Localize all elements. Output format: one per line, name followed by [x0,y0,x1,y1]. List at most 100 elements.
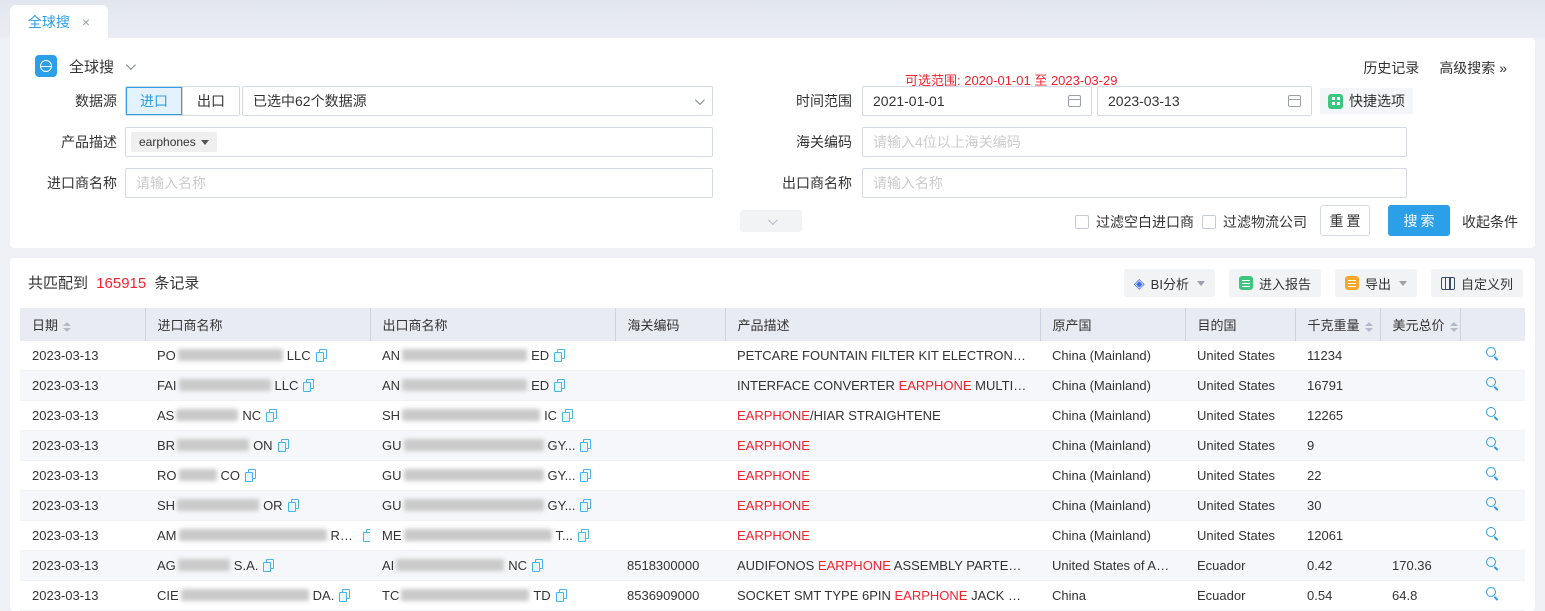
export-button[interactable]: 导出 [1335,269,1417,297]
search-detail-icon[interactable] [1486,497,1500,511]
copy-icon[interactable] [578,529,588,541]
cell-importer: CIEDA. [145,581,370,611]
table-row[interactable]: 2023-03-13 FAILLC ANED INTERFACE CONVERT… [20,371,1525,401]
tab-global-search[interactable]: 全球搜 × [10,5,108,38]
header-date[interactable]: 日期 [20,308,145,341]
history-link[interactable]: 历史记录 [1363,58,1419,78]
chevron-down-icon [695,95,705,105]
table-row[interactable]: 2023-03-13 CIEDA. TCTD 8536909000 SOCKET… [20,581,1525,611]
importer-name: FAILLC [157,378,298,393]
importer-name: AGS.A. [157,558,258,573]
header-weight-kg[interactable]: 千克重量 [1295,308,1380,341]
copy-icon[interactable] [303,379,313,391]
cell-importer: BRON [145,431,370,461]
data-source-select[interactable]: 已选中62个数据源 [242,86,713,116]
copy-icon[interactable] [363,529,370,541]
table-row[interactable]: 2023-03-13 BRON GUGY... EARPHONE China (… [20,431,1525,461]
cell-exporter: ANED [370,341,615,371]
hs-code-input[interactable] [873,134,1396,150]
copy-icon[interactable] [316,349,326,361]
cell-date: 2023-03-13 [20,401,145,431]
search-detail-icon[interactable] [1486,347,1500,361]
checkbox-blank-importer[interactable] [1075,215,1089,229]
panel-title-row[interactable]: 全球搜 [35,55,133,77]
quick-options-button[interactable]: 快捷选项 [1320,88,1413,114]
results-table: 日期 进口商名称 出口商名称 海关编码 产品描述 原产国 目的国 千克重量 美元… [20,308,1525,611]
search-detail-icon[interactable] [1486,467,1500,481]
export-label: 导出 [1365,274,1391,293]
reset-button[interactable]: 重置 [1320,205,1370,236]
collapse-conditions-link[interactable]: 收起条件 [1462,212,1518,232]
copy-icon[interactable] [562,409,572,421]
importer-name-input[interactable] [136,175,702,191]
cell-weight: 0.54 [1295,581,1380,611]
table-row[interactable]: 2023-03-13 AGS.A. AINC 8518300000 AUDIFO… [20,551,1525,581]
product-desc-tag[interactable]: earphones [131,132,217,152]
cell-dest-country: United States [1185,371,1295,401]
table-row[interactable]: 2023-03-13 SHOR GUGY... EARPHONE China (… [20,491,1525,521]
cell-action [1460,371,1525,401]
quick-options-label: 快捷选项 [1349,91,1405,111]
exporter-name-input[interactable] [873,175,1396,191]
copy-icon[interactable] [266,409,276,421]
cell-hs-code: 8518300000 [615,551,725,581]
date-to-input[interactable]: 2023-03-13 [1097,86,1312,116]
copy-icon[interactable] [532,559,542,571]
copy-icon[interactable] [554,379,564,391]
table-row[interactable]: 2023-03-13 ASNC SHIC EARPHONE/HIAR STRAI… [20,401,1525,431]
import-export-toggle: 进口 出口 [125,86,240,116]
table-row[interactable]: 2023-03-13 AMRP... MET... EARPHONE China… [20,521,1525,551]
tab-close-icon[interactable]: × [82,15,90,29]
date-from-input[interactable]: 2021-01-01 [862,86,1092,116]
copy-icon[interactable] [580,499,590,511]
copy-icon[interactable] [339,589,349,601]
copy-icon[interactable] [245,469,255,481]
product-desc-text: SOCKET SMT TYPE 6PIN EARPHONE JACK R N 1… [737,588,1040,603]
hs-code-field [862,127,1407,157]
copy-icon[interactable] [554,349,564,361]
toggle-import[interactable]: 进口 [126,87,182,115]
table-row[interactable]: 2023-03-13 POLLC ANED PETCARE FOUNTAIN F… [20,341,1525,371]
advanced-search-link[interactable]: 高级搜索 » [1439,58,1507,78]
search-detail-icon[interactable] [1486,557,1500,571]
search-detail-icon[interactable] [1486,587,1500,601]
copy-icon[interactable] [278,439,288,451]
search-detail-icon[interactable] [1486,527,1500,541]
sort-icon[interactable] [1365,322,1373,332]
toggle-export[interactable]: 出口 [182,87,239,115]
search-button[interactable]: 搜索 [1388,205,1450,236]
cell-exporter: ANED [370,371,615,401]
copy-icon[interactable] [556,589,566,601]
cell-weight: 11234 [1295,341,1380,371]
copy-icon[interactable] [288,499,298,511]
sort-icon[interactable] [1450,322,1458,332]
enter-report-label: 进入报告 [1259,274,1311,293]
filter-blank-importer-checkbox-group[interactable]: 过滤空白进口商 [1075,212,1194,232]
cell-weight: 0.42 [1295,551,1380,581]
product-desc-text: EARPHONE [737,438,810,453]
importer-name: ASNC [157,408,261,423]
enter-report-button[interactable]: 进入报告 [1229,269,1321,297]
expand-more-pill[interactable] [740,210,802,232]
header-usd-total[interactable]: 美元总价 [1380,308,1460,341]
product-desc-field[interactable]: earphones [125,127,713,157]
exporter-name: TCTD [382,588,551,603]
table-row[interactable]: 2023-03-13 ROCO GUGY... EARPHONE China (… [20,461,1525,491]
sort-icon[interactable] [63,322,71,332]
copy-icon[interactable] [263,559,273,571]
checkbox-logistics[interactable] [1202,215,1216,229]
cell-weight: 9 [1295,431,1380,461]
cell-date: 2023-03-13 [20,371,145,401]
filter-logistics-checkbox-group[interactable]: 过滤物流公司 [1202,212,1307,232]
search-detail-icon[interactable] [1486,437,1500,451]
exporter-name: ANED [382,378,549,393]
date-to-value: 2023-03-13 [1108,93,1180,109]
bi-analysis-button[interactable]: ◈ BI分析 [1124,269,1215,297]
copy-icon[interactable] [580,469,590,481]
custom-columns-button[interactable]: 自定义列 [1431,269,1523,297]
search-detail-icon[interactable] [1486,377,1500,391]
results-table-wrap: 日期 进口商名称 出口商名称 海关编码 产品描述 原产国 目的国 千克重量 美元… [20,308,1525,611]
copy-icon[interactable] [580,439,590,451]
cell-value [1380,341,1460,371]
search-detail-icon[interactable] [1486,407,1500,421]
